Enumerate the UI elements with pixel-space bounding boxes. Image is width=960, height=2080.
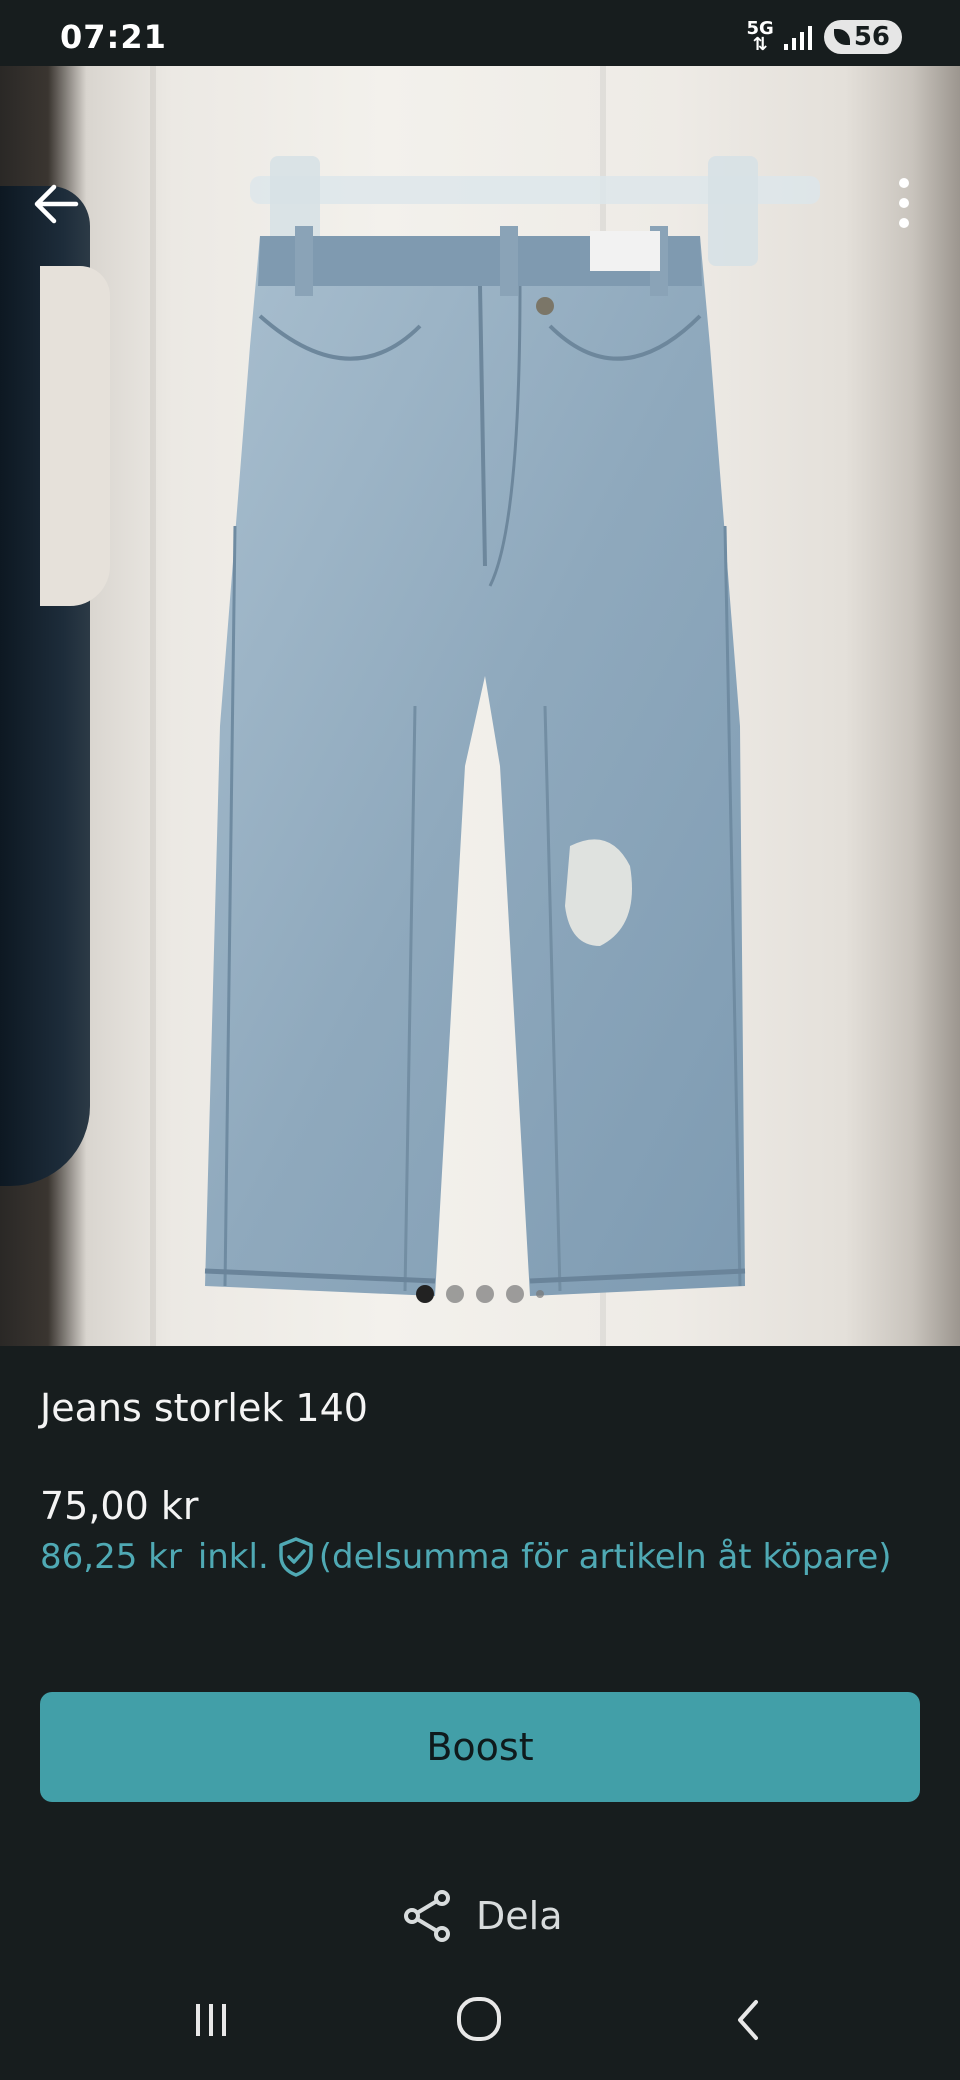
- listing-title: Jeans storlek 140: [40, 1386, 368, 1430]
- system-navigation-bar: [0, 1960, 960, 2080]
- pagination-dot[interactable]: [536, 1290, 544, 1298]
- network-5g-icon: 5G ⇅: [746, 18, 774, 55]
- back-icon[interactable]: [714, 1990, 784, 2050]
- battery-saver-icon: [833, 29, 850, 45]
- battery-indicator: 56: [823, 20, 902, 54]
- status-icons: 5G ⇅ 56: [746, 18, 902, 55]
- buyer-note: (delsumma för artikeln åt köpare): [318, 1537, 892, 1577]
- listing-price: 75,00 kr: [40, 1484, 199, 1528]
- buyer-price: 86,25 kr: [40, 1537, 182, 1577]
- pagination-dot[interactable]: [506, 1285, 524, 1303]
- status-bar: 07:21 5G ⇅ 56: [0, 0, 960, 66]
- share-label: Dela: [476, 1894, 563, 1938]
- share-button[interactable]: Dela: [400, 1888, 562, 1944]
- more-vertical-icon[interactable]: [880, 174, 928, 232]
- inkl-label: inkl.: [197, 1537, 269, 1577]
- listing-image[interactable]: [0, 66, 960, 1346]
- shield-check-icon[interactable]: [277, 1536, 315, 1578]
- status-time: 07:21: [60, 18, 167, 56]
- door-panel-line: [150, 66, 156, 1346]
- hanging-white-shirt: [40, 266, 110, 606]
- image-pagination: [0, 1285, 960, 1303]
- price-tag: [590, 231, 660, 271]
- pagination-dot[interactable]: [446, 1285, 464, 1303]
- pagination-dot[interactable]: [416, 1285, 434, 1303]
- jeans-photo: [204, 226, 746, 1296]
- pagination-dot[interactable]: [476, 1285, 494, 1303]
- boost-button[interactable]: Boost: [40, 1692, 920, 1802]
- share-icon: [404, 1890, 450, 1942]
- home-icon[interactable]: [445, 1990, 515, 2050]
- buyer-price-line[interactable]: 86,25 kr inkl. (delsumma för artikeln åt…: [40, 1536, 892, 1578]
- arrow-left-icon[interactable]: [30, 178, 82, 230]
- recent-apps-icon[interactable]: [176, 1990, 246, 2050]
- signal-icon: [783, 26, 812, 50]
